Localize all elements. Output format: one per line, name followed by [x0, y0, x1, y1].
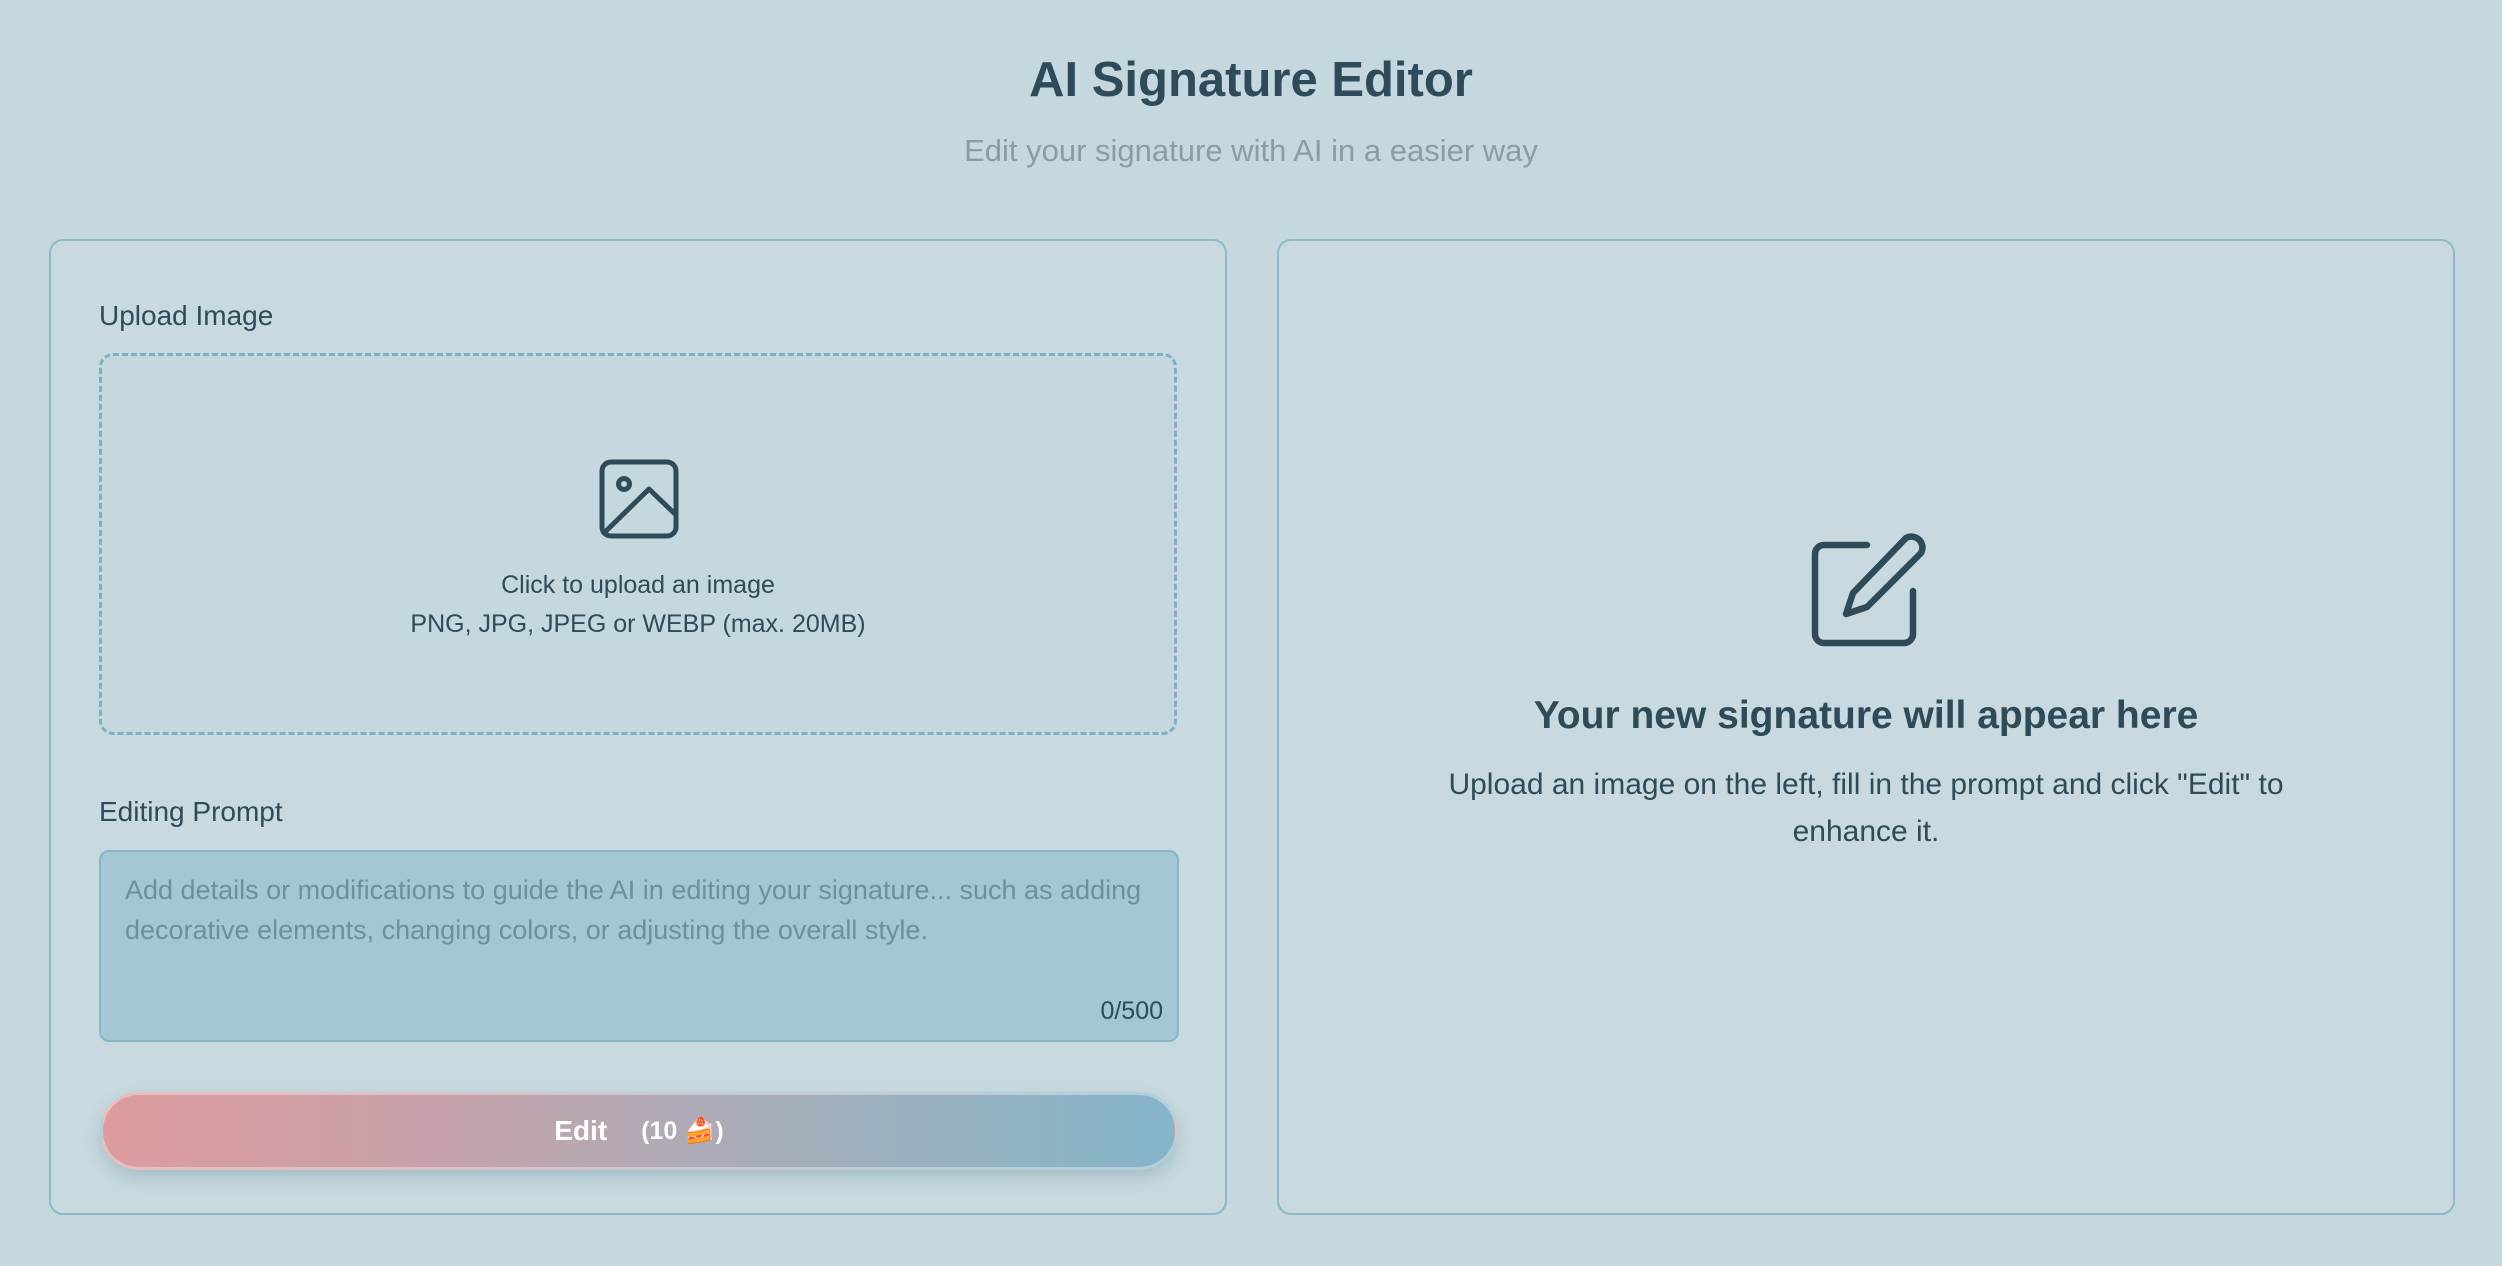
edit-button[interactable]: Edit (10 🍰) — [100, 1092, 1178, 1170]
result-placeholder-title: Your new signature will appear here — [1533, 694, 2199, 737]
upload-format-hint: PNG, JPG, JPEG or WEBP (max. 20MB) — [410, 610, 866, 638]
upload-instruction: Click to upload an image — [501, 571, 775, 599]
result-placeholder-description: Upload an image on the left, fill in the… — [1448, 768, 2284, 848]
edit-icon — [1811, 533, 1926, 647]
page-subtitle: Edit your signature with AI in a easier … — [964, 133, 1538, 168]
character-counter: 0/500 — [1100, 997, 1163, 1025]
editing-prompt-input[interactable] — [125, 870, 1145, 990]
edit-button-label: Edit — [554, 1115, 608, 1146]
result-panel: Your new signature will appear here Uplo… — [1277, 239, 2455, 1215]
image-upload-dropzone[interactable]: Click to upload an image PNG, JPG, JPEG … — [99, 353, 1177, 735]
upload-image-label: Upload Image — [99, 300, 274, 331]
prompt-container: 0/500 — [99, 850, 1179, 1042]
page-title: AI Signature Editor — [1029, 53, 1473, 107]
image-icon — [599, 459, 679, 539]
editor-panel: Upload Image Click to upload an image PN… — [49, 239, 1227, 1215]
edit-cost-badge: (10 🍰) — [641, 1116, 724, 1145]
editing-prompt-label: Editing Prompt — [99, 796, 283, 827]
